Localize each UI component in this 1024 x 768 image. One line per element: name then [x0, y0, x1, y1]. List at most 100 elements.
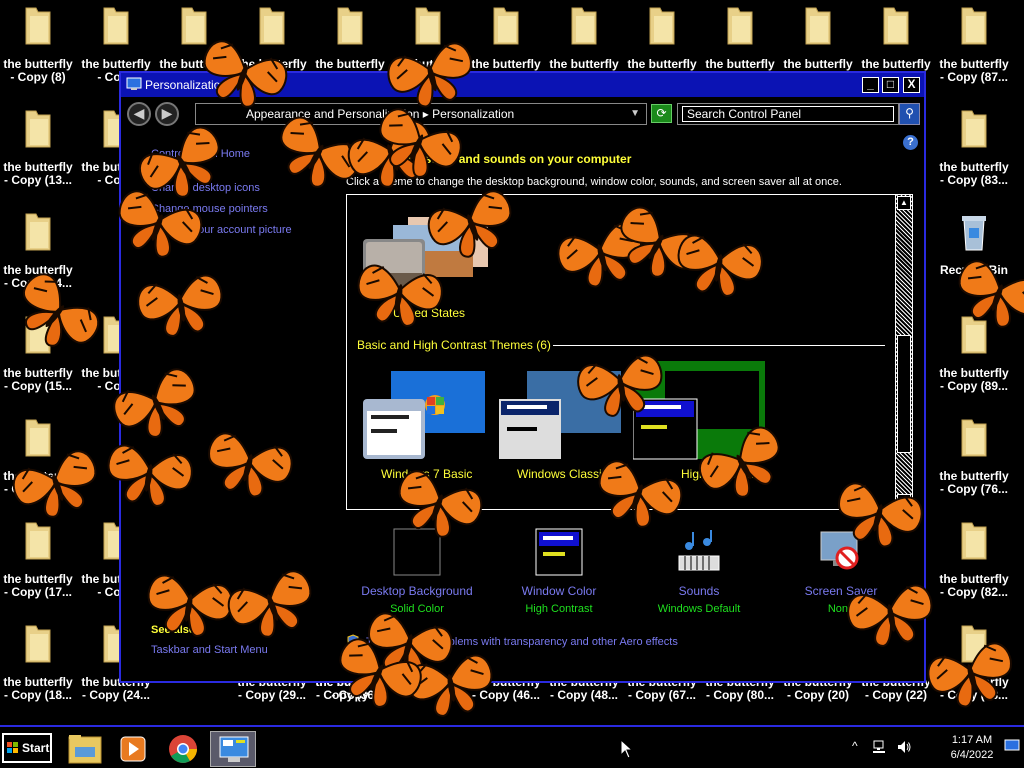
theme-windows-7-basic-label: Windows 7 Basic: [381, 467, 473, 481]
troubleshoot-link[interactable]: Troubleshoot problems with transparency …: [346, 634, 678, 648]
desktop-folder-icon[interactable]: the butterfly - Copy (15...: [0, 315, 76, 393]
desktop-icon-label: the butterfly: [939, 58, 1009, 71]
maximize-button[interactable]: □: [882, 77, 899, 93]
show-hidden-icons-button[interactable]: ^: [852, 739, 858, 753]
refresh-icon[interactable]: ⟳: [651, 104, 672, 123]
desktop-folder-icon[interactable]: the butterfly - Copy (17...: [0, 521, 76, 599]
folder-icon: [25, 625, 51, 663]
desktop-folder-icon[interactable]: the butterfly - Copy (83...: [936, 109, 1012, 187]
scroll-down-arrow[interactable]: ▼: [897, 494, 911, 508]
desktop-folder-icon[interactable]: the butterfly: [624, 6, 700, 71]
file-explorer-taskbar-button[interactable]: [62, 731, 108, 767]
desktop-icon-label: the butterfly: [705, 58, 775, 71]
window-title: Personalization: [145, 78, 228, 92]
clock[interactable]: 1:17 AM 6/4/2022: [940, 733, 1004, 763]
desktop-icon-sublabel: - Copy (17...: [3, 586, 72, 599]
control-panel-icon: [219, 736, 249, 762]
chrome-taskbar-button[interactable]: [160, 731, 206, 767]
scroll-up-arrow[interactable]: ▲: [897, 196, 911, 210]
back-button[interactable]: ◀: [127, 102, 151, 126]
folder-icon: [493, 7, 519, 45]
change-account-picture-link[interactable]: Change your account picture: [151, 224, 292, 236]
breadcrumb-path: Appearance and Personalization ▸ Persona…: [246, 107, 515, 121]
desktop-folder-icon[interactable]: the butterfly: [468, 6, 544, 71]
folder-icon: [181, 7, 207, 45]
screen-saver-item[interactable]: Screen Saver None: [781, 528, 901, 615]
scroll-thumb[interactable]: [897, 335, 911, 453]
control-panel-taskbar-button[interactable]: [210, 731, 256, 767]
folder-icon: [649, 7, 675, 45]
desktop-folder-icon[interactable]: the butterfly: [546, 6, 622, 71]
desktop-folder-icon[interactable]: the butterfly: [780, 6, 856, 71]
desktop-folder-icon[interactable]: the butterfly: [156, 6, 232, 71]
personalization-window: Personalization _ □ X ◀ ▶ Appearance and…: [119, 71, 926, 683]
taskbar-start-menu-link[interactable]: Taskbar and Start Menu: [151, 644, 268, 656]
desktop-folder-icon[interactable]: the butterfly: [234, 6, 310, 71]
taskbar: Start ^ 1:17 AM 6/4/2022: [0, 725, 1024, 768]
folder-icon: [961, 316, 987, 354]
sounds-icon: [678, 530, 720, 571]
sounds-item[interactable]: Sounds Windows Default: [639, 528, 759, 615]
help-icon[interactable]: ?: [903, 135, 918, 150]
search-field[interactable]: Search Control Panel: [677, 103, 899, 125]
desktop-icon-label: the butterfly: [3, 573, 73, 586]
folder-icon: [805, 7, 831, 45]
desktop-icon-sublabel: - Copy (18...: [3, 689, 72, 702]
desktop-folder-icon[interactable]: the butterfly: [312, 6, 388, 71]
search-icon[interactable]: ⚲: [899, 103, 920, 125]
recycle-bin-icon[interactable]: Recycle Bin: [936, 212, 1012, 277]
desktop-folder-icon[interactable]: the butterfly - Copy (8): [0, 6, 76, 84]
chevron-down-icon[interactable]: ▼: [630, 104, 640, 124]
close-button[interactable]: X: [903, 77, 920, 93]
action-center-icon[interactable]: [1004, 739, 1020, 753]
desktop-background-item[interactable]: Desktop Background Solid Color: [357, 528, 477, 615]
desktop-icon-sublabel: - Copy (80...: [705, 689, 774, 702]
network-icon[interactable]: [872, 739, 888, 755]
desktop-icon-sublabel: - Copy (20): [786, 689, 849, 702]
desktop-icon-label: the butterfly: [3, 161, 73, 174]
folder-icon: [103, 7, 129, 45]
change-mouse-pointers-link[interactable]: Change mouse pointers: [151, 203, 268, 215]
desktop-folder-icon[interactable]: the butterfly - Copy (89...: [936, 315, 1012, 393]
sounds-value: Windows Default: [657, 603, 741, 615]
desktop-folder-icon[interactable]: the butterfly - Copy (14...: [0, 212, 76, 290]
forward-button[interactable]: ▶: [155, 102, 179, 126]
desktop-icon-label: the butterfly: [939, 367, 1009, 380]
desktop-icon-label: the butterfly: [939, 676, 1009, 689]
desktop-icon-label: the butterfly: [627, 58, 697, 71]
desktop-icon-sublabel: - Copy (87...: [939, 71, 1008, 84]
theme-windows-classic[interactable]: [499, 371, 621, 461]
desktop-folder-icon[interactable]: the butterfly: [702, 6, 778, 71]
desktop-folder-icon[interactable]: the butterfly - Copy (87...: [936, 6, 1012, 84]
control-panel-home-link[interactable]: Control Panel Home: [151, 148, 250, 160]
search-input[interactable]: Search Control Panel: [682, 106, 894, 122]
desktop-folder-icon[interactable]: the butterfly - Copy (13...: [0, 109, 76, 187]
start-button[interactable]: Start: [2, 733, 52, 763]
title-bar[interactable]: Personalization _ □ X: [121, 73, 924, 97]
start-label: Start: [22, 741, 50, 755]
desktop-icon-label: the butterfly: [81, 58, 151, 71]
desktop-folder-icon[interactable]: the butterfly - Copy (18...: [0, 624, 76, 702]
section-basic-high-contrast: Basic and High Contrast Themes (6): [357, 338, 551, 352]
speaker-icon[interactable]: [896, 739, 912, 755]
windows-classic-thumbnail: [499, 371, 621, 459]
desktop-folder-icon[interactable]: the butterfly - Copy (82...: [936, 521, 1012, 599]
desktop-folder-icon[interactable]: the butterfly: [858, 6, 934, 71]
folder-icon: [727, 7, 753, 45]
desktop-folder-icon[interactable]: the butterfly - Copy (88...: [936, 624, 1012, 702]
change-desktop-icons-link[interactable]: Change desktop icons: [151, 182, 260, 194]
desktop-icon-label: the butterfly: [783, 58, 853, 71]
breadcrumb[interactable]: Appearance and Personalization ▸ Persona…: [195, 103, 647, 125]
desktop-folder-icon[interactable]: the butterfly - Copy (76...: [936, 418, 1012, 496]
minimize-button[interactable]: _: [862, 77, 879, 93]
theme-list-scrollbar[interactable]: ▲ ▼: [895, 195, 912, 509]
desktop-icon-sublabel: - Copy (24...: [81, 689, 150, 702]
theme-united-states[interactable]: [363, 215, 493, 300]
window-color-item[interactable]: Window Color High Contrast: [499, 528, 619, 615]
theme-windows-7-basic[interactable]: [363, 371, 485, 461]
folder-icon: [25, 316, 51, 354]
desktop-folder-icon[interactable]: the butterfly - Copy (16...: [0, 418, 76, 496]
desktop-folder-icon[interactable]: the butterfly: [390, 6, 466, 71]
media-player-taskbar-button[interactable]: [110, 731, 156, 767]
theme-high-contrast-selected[interactable]: [632, 361, 765, 465]
